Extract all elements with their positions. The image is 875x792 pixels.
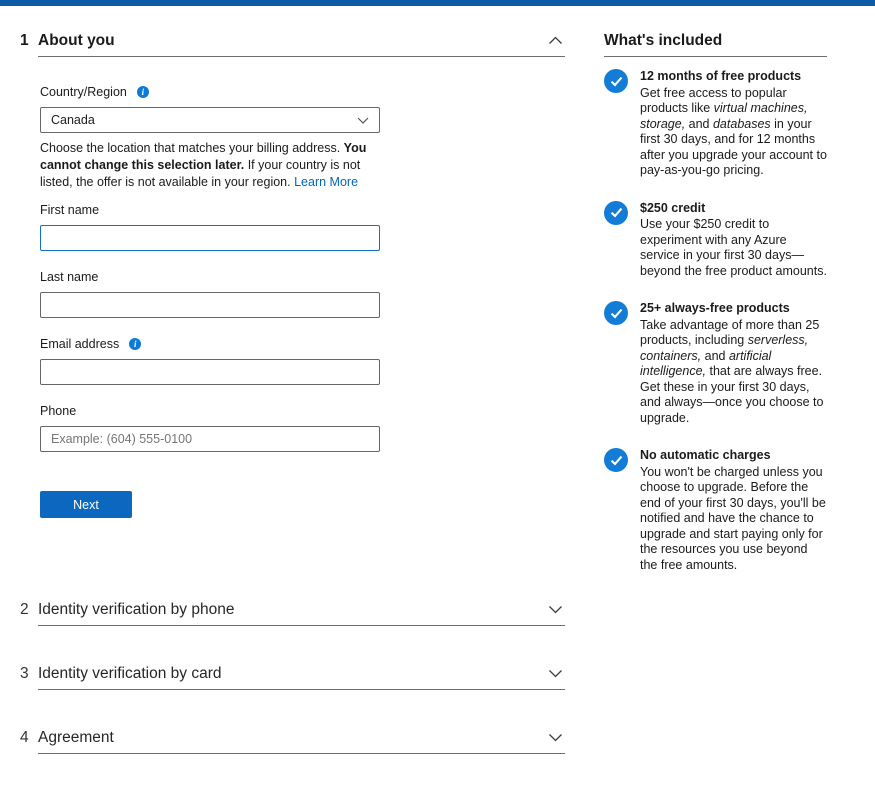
section-divider: [38, 625, 565, 626]
panel-divider: [604, 56, 827, 57]
country-label-row: Country/Region i: [40, 85, 565, 99]
section-about-you: 1 About you Country/Region i Canada: [20, 31, 565, 562]
section-identity-phone: 2 Identity verification by phone: [20, 600, 565, 626]
chevron-down-icon[interactable]: [548, 669, 565, 678]
section-agreement: 4 Agreement: [20, 728, 565, 754]
section-title: Identity verification by phone: [38, 600, 548, 619]
section-divider: [38, 753, 565, 754]
last-name-input[interactable]: [40, 292, 380, 318]
chevron-down-icon[interactable]: [548, 605, 565, 614]
country-label: Country/Region: [40, 85, 127, 99]
benefit-title: $250 credit: [640, 201, 827, 217]
about-you-form: Country/Region i Canada Choose the locat…: [38, 57, 565, 562]
learn-more-link[interactable]: Learn More: [294, 175, 358, 189]
email-field-group: Email address i: [40, 337, 565, 385]
section-number: 1: [20, 31, 38, 50]
section-title: About you: [38, 31, 548, 50]
chevron-down-icon[interactable]: [548, 733, 565, 742]
signup-page: 1 About you Country/Region i Canada: [0, 6, 875, 792]
section-number: 3: [20, 664, 38, 683]
country-helper-text: Choose the location that matches your bi…: [40, 140, 385, 191]
section-number: 4: [20, 728, 38, 747]
benefit-text: 12 months of free products Get free acce…: [640, 69, 827, 179]
section-header-agreement[interactable]: 4 Agreement: [20, 728, 565, 747]
country-selected-value: Canada: [51, 113, 95, 127]
section-divider: [38, 689, 565, 690]
chevron-down-icon: [357, 113, 369, 127]
benefit-body: Use your $250 credit to experiment with …: [640, 217, 827, 279]
first-name-field-group: First name: [40, 203, 565, 251]
benefit-item-always-free: 25+ always-free products Take advantage …: [604, 301, 827, 426]
check-circle-icon: [604, 69, 628, 93]
benefit-text: No automatic charges You won't be charge…: [640, 448, 827, 573]
info-icon[interactable]: i: [129, 338, 141, 350]
first-name-label: First name: [40, 203, 99, 217]
benefit-body: Take advantage of more than 25 products,…: [640, 318, 827, 427]
phone-field-group: Phone: [40, 404, 565, 452]
benefit-item-credit: $250 credit Use your $250 credit to expe…: [604, 201, 827, 280]
section-header-identity-phone[interactable]: 2 Identity verification by phone: [20, 600, 565, 619]
next-button[interactable]: Next: [40, 491, 132, 518]
whats-included-panel: What's included 12 months of free produc…: [604, 31, 827, 792]
section-header-identity-card[interactable]: 3 Identity verification by card: [20, 664, 565, 683]
check-circle-icon: [604, 448, 628, 472]
check-circle-icon: [604, 301, 628, 325]
phone-label: Phone: [40, 404, 76, 418]
phone-input[interactable]: [40, 426, 380, 452]
section-header-about-you[interactable]: 1 About you: [20, 31, 565, 50]
benefit-text: $250 credit Use your $250 credit to expe…: [640, 201, 827, 280]
benefit-item-no-charges: No automatic charges You won't be charge…: [604, 448, 827, 573]
benefit-item-free-products: 12 months of free products Get free acce…: [604, 69, 827, 179]
benefit-body: You won't be charged unless you choose t…: [640, 465, 827, 574]
first-name-input[interactable]: [40, 225, 380, 251]
info-icon[interactable]: i: [137, 86, 149, 98]
benefit-title: 12 months of free products: [640, 69, 827, 85]
benefit-title: 25+ always-free products: [640, 301, 827, 317]
whats-included-title: What's included: [604, 31, 827, 50]
signup-steps: 1 About you Country/Region i Canada: [20, 31, 565, 792]
chevron-up-icon[interactable]: [548, 36, 565, 45]
check-circle-icon: [604, 201, 628, 225]
last-name-field-group: Last name: [40, 270, 565, 318]
benefit-body: Get free access to popular products like…: [640, 86, 827, 179]
section-title: Identity verification by card: [38, 664, 548, 683]
benefit-title: No automatic charges: [640, 448, 827, 464]
country-select[interactable]: Canada: [40, 107, 380, 133]
email-input[interactable]: [40, 359, 380, 385]
section-title: Agreement: [38, 728, 548, 747]
last-name-label: Last name: [40, 270, 98, 284]
section-number: 2: [20, 600, 38, 619]
benefit-text: 25+ always-free products Take advantage …: [640, 301, 827, 426]
email-label: Email address: [40, 337, 119, 351]
helper-text-normal: Choose the location that matches your bi…: [40, 141, 344, 155]
section-identity-card: 3 Identity verification by card: [20, 664, 565, 690]
